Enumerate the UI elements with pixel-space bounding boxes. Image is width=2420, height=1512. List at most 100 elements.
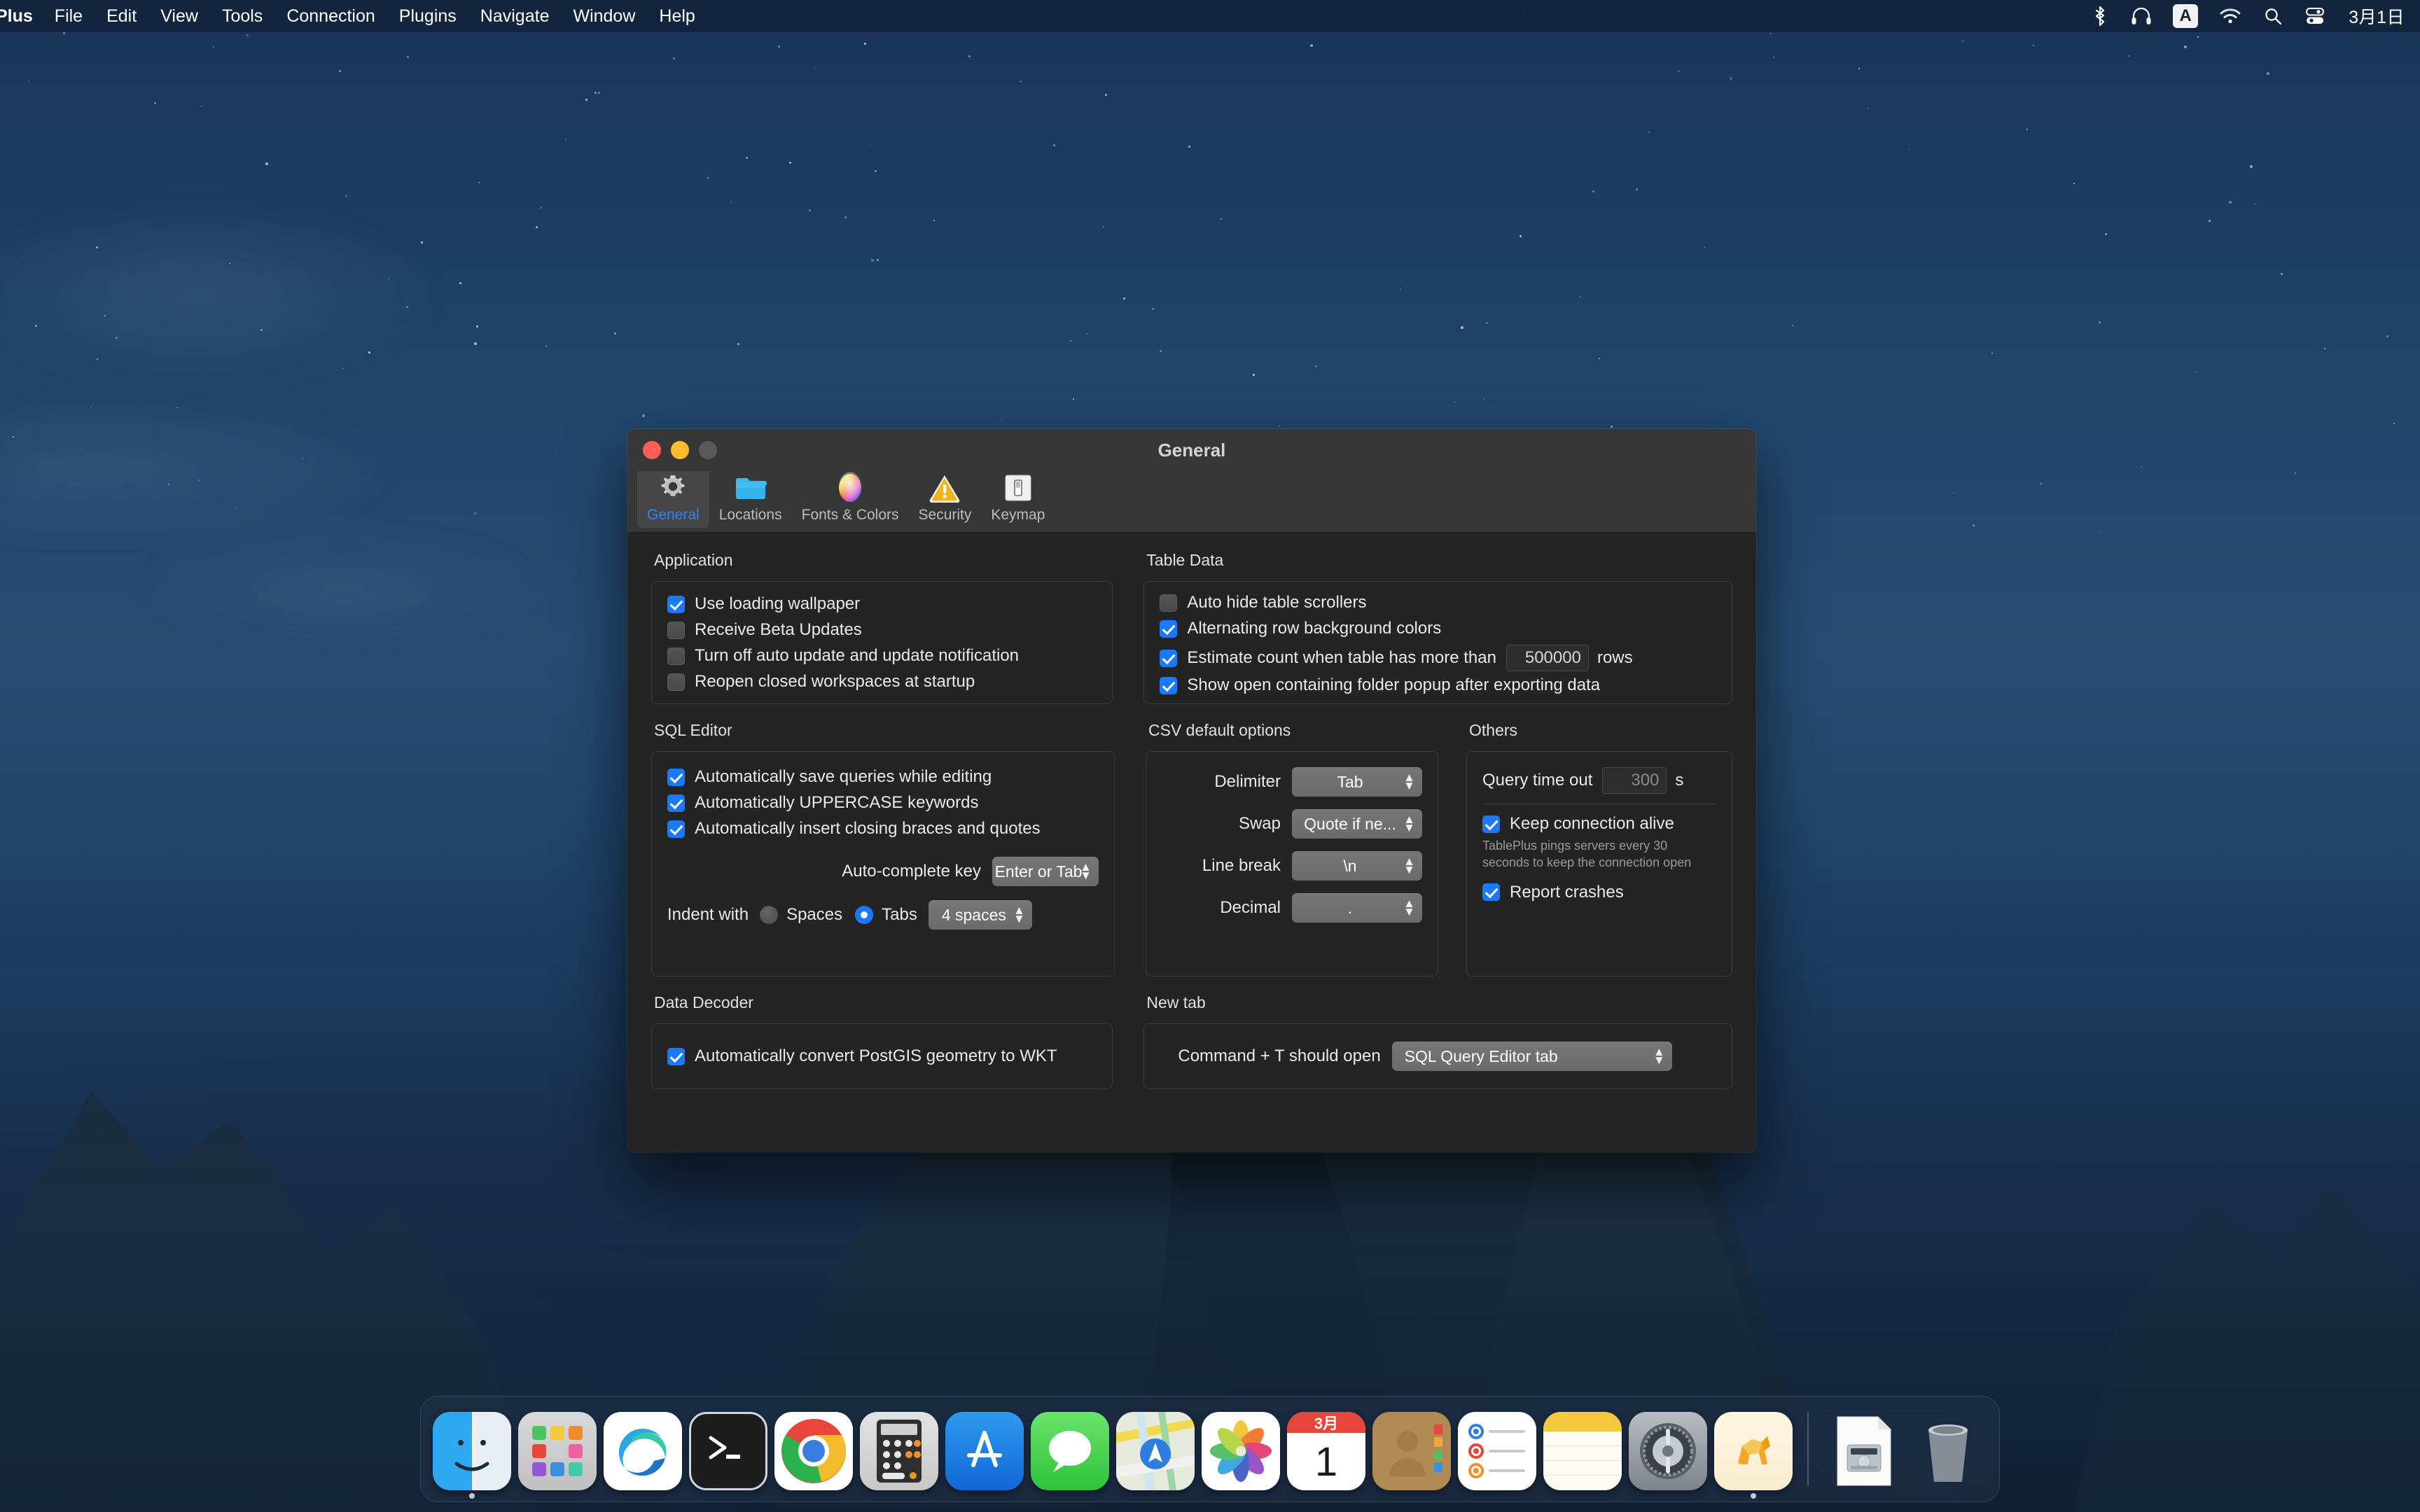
tab-locations[interactable]: Locations [709, 468, 792, 528]
sql-editor-box: Automatically save queries while editing… [651, 751, 1115, 976]
checkbox-report-crashes[interactable]: Report crashes [1482, 883, 1716, 902]
menubar-app-menus: Plus File Edit View Tools Connection Plu… [0, 0, 707, 32]
checkbox-auto-uppercase-keywords[interactable]: Automatically UPPERCASE keywords [667, 793, 1099, 813]
indent-width-select[interactable]: 4 spaces ▲▼ [929, 900, 1032, 930]
calendar-day: 1 [1287, 1433, 1365, 1490]
window-traffic-lights [627, 441, 717, 459]
autocomplete-key-select[interactable]: Enter or Tab ▲▼ [992, 857, 1099, 886]
macos-menubar: Plus File Edit View Tools Connection Plu… [0, 0, 2420, 32]
tab-keymap[interactable]: Keymap [981, 468, 1055, 528]
wifi-icon[interactable] [2208, 0, 2253, 32]
dock-item-launchpad[interactable] [516, 1408, 599, 1490]
dock-item-notes[interactable] [1541, 1408, 1624, 1490]
checkbox-reopen-closed-workspaces[interactable]: Reopen closed workspaces at startup [667, 672, 1097, 692]
checkbox-label: Estimate count when table has more than [1187, 648, 1496, 668]
dock-item-reminders[interactable] [1456, 1408, 1538, 1490]
estimate-rows-suffix: rows [1597, 648, 1633, 668]
dock-item-terminal[interactable] [687, 1408, 770, 1490]
dock-item-finder[interactable] [431, 1408, 513, 1490]
dock-item-downloads-stack[interactable] [1821, 1408, 1904, 1490]
dock-item-maps[interactable] [1114, 1408, 1197, 1490]
checkbox-indicator [667, 1048, 685, 1065]
dock-item-trash[interactable] [1907, 1408, 1989, 1490]
csv-decimal-select[interactable]: . ▲▼ [1292, 893, 1422, 923]
csv-delimiter-row: Delimiter Tab ▲▼ [1162, 767, 1422, 797]
menu-file[interactable]: File [43, 0, 95, 32]
menu-view[interactable]: View [148, 0, 210, 32]
dock-item-photos[interactable] [1199, 1408, 1282, 1490]
close-button[interactable] [643, 441, 661, 459]
row-datadecoder-newtab: Data Decoder Automatically convert PostG… [651, 993, 1732, 1089]
table-data-box: Auto hide table scrollers Alternating ro… [1143, 581, 1732, 704]
checkbox-convert-postgis-to-wkt[interactable]: Automatically convert PostGIS geometry t… [667, 1046, 1057, 1066]
dock-item-system-preferences[interactable] [1627, 1408, 1709, 1490]
dock-item-calendar[interactable]: 3月 1 [1285, 1408, 1368, 1490]
running-indicator [1751, 1493, 1756, 1499]
command-t-value: SQL Query Editor tab [1405, 1047, 1558, 1066]
menubar-clock[interactable]: 3月1日 [2336, 0, 2405, 32]
checkbox-indicator [1160, 677, 1177, 694]
checkbox-indicator [667, 622, 685, 639]
running-indicator [469, 1493, 475, 1499]
menu-tools[interactable]: Tools [210, 0, 274, 32]
estimate-rows-input[interactable]: 500000 [1506, 645, 1589, 671]
menu-help[interactable]: Help [647, 0, 707, 32]
csv-swap-value: Quote if ne... [1304, 815, 1396, 834]
minimize-button[interactable] [671, 441, 689, 459]
checkbox-turn-off-auto-update[interactable]: Turn off auto update and update notifica… [667, 646, 1097, 666]
headphones-icon[interactable] [2120, 0, 2163, 32]
menu-window[interactable]: Window [561, 0, 647, 32]
csv-delimiter-select[interactable]: Tab ▲▼ [1292, 767, 1422, 797]
checkbox-auto-insert-closing-braces[interactable]: Automatically insert closing braces and … [667, 819, 1099, 839]
indent-with-row: Indent with Spaces Tabs 4 spaces ▲▼ [667, 900, 1099, 930]
checkbox-estimate-count[interactable]: Estimate count when table has more than … [1160, 645, 1716, 671]
tab-general[interactable]: General [637, 468, 709, 528]
dock-item-calculator[interactable] [858, 1408, 940, 1490]
menu-connection[interactable]: Connection [274, 0, 387, 32]
data-decoder-section-title: Data Decoder [654, 993, 1113, 1012]
dock-item-tableplus[interactable] [1712, 1408, 1795, 1490]
keep-alive-hint: TablePlus pings servers every 30 seconds… [1482, 838, 1692, 872]
dock-item-messages[interactable] [1029, 1408, 1111, 1490]
bluetooth-icon[interactable] [2080, 0, 2120, 32]
csv-swap-select[interactable]: Quote if ne... ▲▼ [1292, 809, 1422, 839]
checkbox-label: Automatically UPPERCASE keywords [695, 793, 978, 813]
tab-security-label: Security [919, 507, 972, 524]
dock-item-contacts[interactable] [1370, 1408, 1453, 1490]
search-icon[interactable] [2253, 0, 2294, 32]
checkbox-label: Use loading wallpaper [695, 594, 860, 614]
tab-security[interactable]: Security [909, 468, 982, 528]
dock-item-microsoft-edge[interactable] [601, 1408, 684, 1490]
macos-dock: 3月 1 [420, 1396, 2000, 1502]
checkbox-keep-connection-alive[interactable]: Keep connection alive [1482, 814, 1716, 834]
checkbox-use-loading-wallpaper[interactable]: Use loading wallpaper [667, 594, 1097, 614]
query-timeout-input[interactable]: 300 [1602, 767, 1667, 794]
zoom-button[interactable] [699, 441, 717, 459]
dock-item-app-store[interactable] [943, 1408, 1026, 1490]
others-section-title: Others [1469, 721, 1732, 740]
menu-app-name[interactable]: Plus [0, 0, 43, 32]
csv-decimal-value: . [1348, 899, 1352, 918]
checkbox-show-open-folder-popup[interactable]: Show open containing folder popup after … [1160, 676, 1716, 695]
sql-editor-section-title: SQL Editor [654, 721, 1115, 740]
checkbox-receive-beta-updates[interactable]: Receive Beta Updates [667, 620, 1097, 640]
checkbox-indicator [1160, 594, 1177, 612]
menu-edit[interactable]: Edit [95, 0, 148, 32]
color-wheel-icon [834, 472, 866, 504]
radio-indent-spaces[interactable] [760, 906, 778, 924]
menubar-status-items: A 3月1日 [2080, 0, 2420, 32]
menu-navigate[interactable]: Navigate [468, 0, 562, 32]
tab-fonts-and-colors[interactable]: Fonts & Colors [792, 468, 909, 528]
menu-plugins[interactable]: Plugins [387, 0, 468, 32]
control-center-icon[interactable] [2294, 0, 2336, 32]
data-decoder-box: Automatically convert PostGIS geometry t… [651, 1023, 1113, 1089]
checkbox-alternating-row-colors[interactable]: Alternating row background colors [1160, 619, 1716, 638]
input-source-indicator[interactable]: A [2173, 0, 2198, 32]
command-t-label: Command + T should open [1178, 1046, 1380, 1066]
checkbox-auto-save-queries[interactable]: Automatically save queries while editing [667, 767, 1099, 787]
dock-item-google-chrome[interactable] [772, 1408, 855, 1490]
csv-linebreak-select[interactable]: \n ▲▼ [1292, 851, 1422, 881]
radio-indent-tabs[interactable] [855, 906, 873, 924]
command-t-select[interactable]: SQL Query Editor tab ▲▼ [1392, 1042, 1672, 1071]
checkbox-auto-hide-table-scrollers[interactable]: Auto hide table scrollers [1160, 593, 1716, 612]
